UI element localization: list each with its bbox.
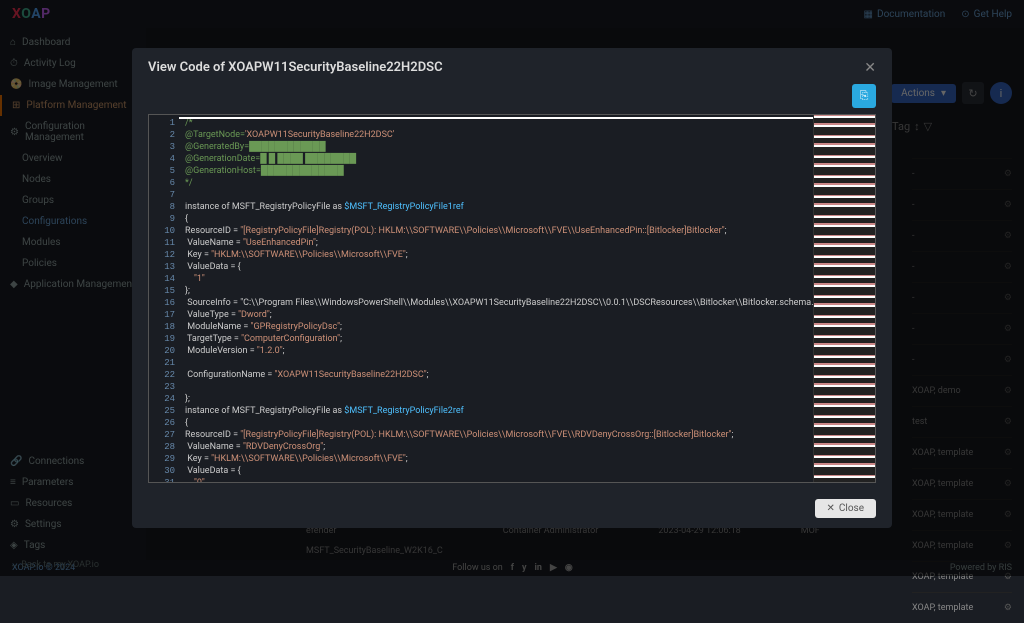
code-editor[interactable]: /*@TargetNode='XOAPW11SecurityBaseline22… bbox=[179, 115, 813, 482]
row-settings-icon[interactable]: ⚙ bbox=[1004, 603, 1012, 613]
view-code-modal: View Code of XOAPW11SecurityBaseline22H2… bbox=[132, 48, 892, 528]
close-button[interactable]: ✕ Close bbox=[815, 499, 877, 518]
table-row[interactable]: XOAP, template⚙ bbox=[912, 592, 1012, 623]
line-gutter: 1234567891011121314151617181920212223242… bbox=[149, 115, 179, 482]
modal-title: View Code of XOAPW11SecurityBaseline22H2… bbox=[148, 60, 443, 76]
minimap[interactable] bbox=[813, 115, 875, 482]
close-icon[interactable]: ✕ bbox=[864, 60, 876, 76]
copy-icon[interactable]: ⎘ bbox=[852, 84, 876, 108]
